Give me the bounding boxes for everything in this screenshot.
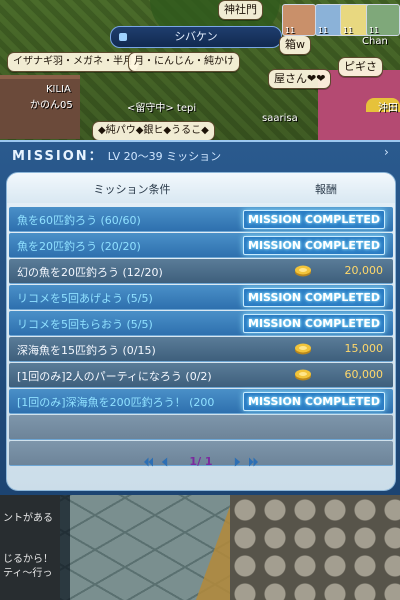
bar-marker-icon xyxy=(119,33,127,41)
panel-header: MISSION： LV 20～39 ミッション › xyxy=(0,142,400,164)
mission-completed-badge: MISSION COMPLETED xyxy=(243,210,385,229)
table-row[interactable]: 魚を20匹釣ろう (20/20) MISSION COMPLETED xyxy=(9,233,393,258)
player-name[interactable]: かのん05 xyxy=(30,96,73,111)
speech-bubble: イザナギ羽・メガネ・半月 xyxy=(7,52,139,72)
column-header-condition: ミッション条件 xyxy=(93,183,171,196)
mission-completed-badge: MISSION COMPLETED xyxy=(243,288,385,307)
mission-completed-badge: MISSION COMPLETED xyxy=(243,236,385,255)
player-name[interactable]: Chan xyxy=(362,36,388,47)
mission-rows: 魚を60匹釣ろう (60/60) MISSION COMPLETED 魚を20匹… xyxy=(7,207,395,467)
table-row[interactable]: 幻の魚を20匹釣ろう (12/20) 20,000 xyxy=(9,259,393,284)
close-icon[interactable]: › xyxy=(384,145,394,159)
speech-bubble: ◆純パウ◆銀ヒ◆うるこ◆ xyxy=(92,121,215,140)
chat-log[interactable]: ントがある じるから！ ティ～行っ xyxy=(0,495,70,600)
mission-completed-badge: MISSION COMPLETED xyxy=(243,314,385,333)
chat-line: ティ～行っ xyxy=(3,568,53,579)
reward-amount: 60,000 xyxy=(344,368,384,381)
panel-title: MISSION： LV 20～39 ミッション xyxy=(12,149,222,164)
column-header-reward: 報酬 xyxy=(315,183,337,196)
first-page-icon[interactable] xyxy=(144,457,154,467)
player-avatar[interactable]: 11 xyxy=(282,4,316,36)
table-header: ミッション条件 報酬 xyxy=(7,173,395,203)
prev-page-icon[interactable] xyxy=(160,457,169,467)
reward-amount: 20,000 xyxy=(344,264,384,277)
chat-line: ントがある xyxy=(3,513,53,524)
table-row[interactable]: リコメを5回もらおう (5/5) MISSION COMPLETED xyxy=(9,311,393,336)
coin-icon xyxy=(295,369,311,381)
table-row[interactable]: [1回のみ]深海魚を200匹釣ろう！ (200 MISSION COMPLETE… xyxy=(9,389,393,414)
player-name[interactable]: <留守中> tepi xyxy=(127,99,196,114)
speech-name-bar: シバケン xyxy=(110,26,282,48)
next-page-icon[interactable] xyxy=(233,457,242,467)
table-row[interactable]: 魚を60匹釣ろう (60/60) MISSION COMPLETED xyxy=(9,207,393,232)
game-world-bottom: ントがある じるから！ ティ～行っ xyxy=(0,495,400,600)
coin-icon xyxy=(295,343,311,355)
table-row[interactable]: [1回のみ]2人のパーティになろう (0/2) 60,000 xyxy=(9,363,393,388)
page-number: 1/ 1 xyxy=(189,455,213,468)
speech-bubble: 神社門 xyxy=(218,0,263,20)
table-row[interactable]: リコメを5回あげよう (5/5) MISSION COMPLETED xyxy=(9,285,393,310)
player-name[interactable]: 沖田 xyxy=(378,99,398,114)
speech-bubble: 月・にんじん・純かけ xyxy=(128,52,240,72)
coin-icon xyxy=(295,265,311,277)
player-name[interactable]: KILIA xyxy=(46,84,71,95)
table-row[interactable]: 深海魚を15匹釣ろう (0/15) 15,000 xyxy=(9,337,393,362)
player-name[interactable]: saarisa xyxy=(262,113,298,124)
mission-panel: MISSION： LV 20～39 ミッション › ミッション条件 報酬 魚を60… xyxy=(0,140,400,495)
speech-bubble: 箱w xyxy=(279,35,311,55)
last-page-icon[interactable] xyxy=(248,457,258,467)
mission-completed-badge: MISSION COMPLETED xyxy=(243,392,385,411)
player-avatar[interactable]: 11 xyxy=(366,4,400,36)
chat-line: じるから！ xyxy=(3,554,53,565)
pagination: 1/ 1 xyxy=(7,451,395,473)
speech-bubble: 屋さん❤❤ xyxy=(268,69,332,89)
cobblestone-floor xyxy=(230,495,400,600)
mission-table: ミッション条件 報酬 魚を60匹釣ろう (60/60) MISSION COMP… xyxy=(6,172,396,491)
game-world-top: 神社門 シバケン イザナギ羽・メガネ・半月 月・にんじん・純かけ ピギさ 箱w … xyxy=(0,0,400,140)
reward-amount: 15,000 xyxy=(344,342,384,355)
speech-bubble: ピギさ xyxy=(338,57,383,77)
table-row-empty xyxy=(9,415,393,440)
